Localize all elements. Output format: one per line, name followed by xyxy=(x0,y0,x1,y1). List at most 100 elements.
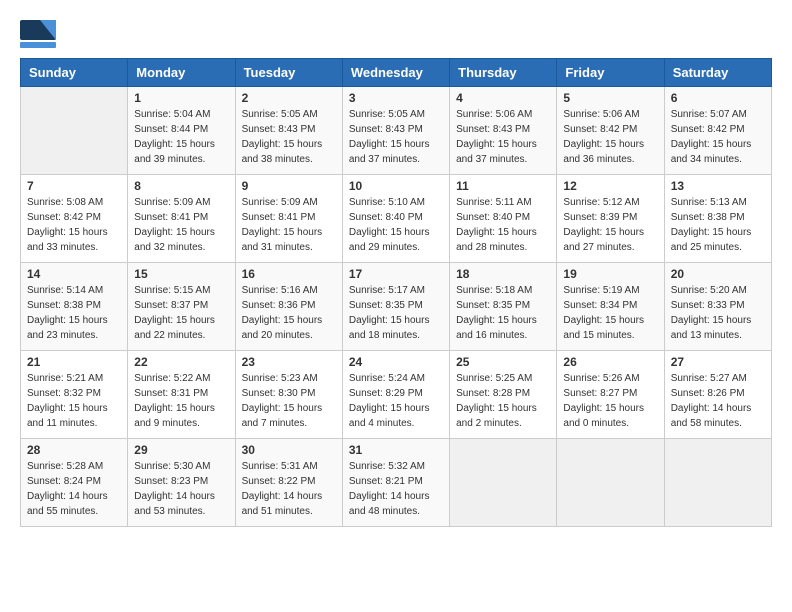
calendar-cell: 23 Sunrise: 5:23 AMSunset: 8:30 PMDayligh… xyxy=(235,351,342,439)
day-number: 11 xyxy=(456,179,550,193)
day-number: 30 xyxy=(242,443,336,457)
calendar-cell: 4Sunrise: 5:06 AMSunset: 8:43 PMDaylight… xyxy=(450,87,557,175)
calendar-cell: 14Sunrise: 5:14 AMSunset: 8:38 PMDayligh… xyxy=(21,263,128,351)
day-number: 20 xyxy=(671,267,765,281)
calendar-cell: 15Sunrise: 5:15 AMSunset: 8:37 PMDayligh… xyxy=(128,263,235,351)
weekday-header-wednesday: Wednesday xyxy=(342,59,449,87)
cell-info: Sunrise: 5:32 AMSunset: 8:21 PMDaylight:… xyxy=(349,459,443,519)
day-number: 28 xyxy=(27,443,121,457)
calendar-cell: 24 Sunrise: 5:24 AMSunset: 8:29 PMDayligh… xyxy=(342,351,449,439)
cell-info: Sunrise: 5:08 AMSunset: 8:42 PMDaylight:… xyxy=(27,195,121,255)
calendar-week-1: 1 Sunrise: 5:04 AMSunset: 8:44 PMDaylight… xyxy=(21,87,772,175)
cell-info: Sunrise: 5:27 AMSunset: 8:26 PMDaylight:… xyxy=(671,371,765,431)
cell-info: Sunrise: 5:16 AMSunset: 8:36 PMDaylight:… xyxy=(242,283,336,343)
weekday-header-thursday: Thursday xyxy=(450,59,557,87)
calendar-cell: 17 Sunrise: 5:17 AMSunset: 8:35 PMDayligh… xyxy=(342,263,449,351)
day-number: 22 xyxy=(134,355,228,369)
weekday-header-saturday: Saturday xyxy=(664,59,771,87)
weekday-header-tuesday: Tuesday xyxy=(235,59,342,87)
day-number: 25 xyxy=(456,355,550,369)
calendar-cell xyxy=(557,439,664,527)
cell-info: Sunrise: 5:25 AMSunset: 8:28 PMDaylight:… xyxy=(456,371,550,431)
calendar-cell: 7 Sunrise: 5:08 AMSunset: 8:42 PMDaylight… xyxy=(21,175,128,263)
day-number: 17 xyxy=(349,267,443,281)
cell-info: Sunrise: 5:24 AMSunset: 8:29 PMDaylight:… xyxy=(349,371,443,431)
day-number: 1 xyxy=(134,91,228,105)
day-number: 9 xyxy=(242,179,336,193)
cell-info: Sunrise: 5:04 AMSunset: 8:44 PMDaylight:… xyxy=(134,107,228,167)
calendar-cell: 11 Sunrise: 5:11 AMSunset: 8:40 PMDayligh… xyxy=(450,175,557,263)
day-number: 10 xyxy=(349,179,443,193)
weekday-header-monday: Monday xyxy=(128,59,235,87)
cell-info: Sunrise: 5:07 AMSunset: 8:42 PMDaylight:… xyxy=(671,107,765,167)
calendar-cell: 10 Sunrise: 5:10 AMSunset: 8:40 PMDayligh… xyxy=(342,175,449,263)
calendar-cell xyxy=(450,439,557,527)
day-number: 29 xyxy=(134,443,228,457)
calendar-week-5: 28Sunrise: 5:28 AMSunset: 8:24 PMDayligh… xyxy=(21,439,772,527)
day-number: 7 xyxy=(27,179,121,193)
day-number: 26 xyxy=(563,355,657,369)
calendar-cell: 21Sunrise: 5:21 AMSunset: 8:32 PMDayligh… xyxy=(21,351,128,439)
cell-info: Sunrise: 5:30 AMSunset: 8:23 PMDaylight:… xyxy=(134,459,228,519)
cell-info: Sunrise: 5:21 AMSunset: 8:32 PMDaylight:… xyxy=(27,371,121,431)
cell-info: Sunrise: 5:17 AMSunset: 8:35 PMDaylight:… xyxy=(349,283,443,343)
day-number: 2 xyxy=(242,91,336,105)
calendar-cell: 22 Sunrise: 5:22 AMSunset: 8:31 PMDayligh… xyxy=(128,351,235,439)
day-number: 31 xyxy=(349,443,443,457)
cell-info: Sunrise: 5:22 AMSunset: 8:31 PMDaylight:… xyxy=(134,371,228,431)
calendar-cell: 6 Sunrise: 5:07 AMSunset: 8:42 PMDaylight… xyxy=(664,87,771,175)
day-number: 23 xyxy=(242,355,336,369)
cell-info: Sunrise: 5:31 AMSunset: 8:22 PMDaylight:… xyxy=(242,459,336,519)
day-number: 6 xyxy=(671,91,765,105)
calendar-cell: 31 Sunrise: 5:32 AMSunset: 8:21 PMDayligh… xyxy=(342,439,449,527)
day-number: 16 xyxy=(242,267,336,281)
cell-info: Sunrise: 5:15 AMSunset: 8:37 PMDaylight:… xyxy=(134,283,228,343)
cell-info: Sunrise: 5:09 AMSunset: 8:41 PMDaylight:… xyxy=(134,195,228,255)
weekday-header-friday: Friday xyxy=(557,59,664,87)
calendar-cell: 12 Sunrise: 5:12 AMSunset: 8:39 PMDayligh… xyxy=(557,175,664,263)
calendar-cell: 25 Sunrise: 5:25 AMSunset: 8:28 PMDayligh… xyxy=(450,351,557,439)
day-number: 13 xyxy=(671,179,765,193)
calendar-cell: 18 Sunrise: 5:18 AMSunset: 8:35 PMDayligh… xyxy=(450,263,557,351)
weekday-header-sunday: Sunday xyxy=(21,59,128,87)
calendar-cell: 9 Sunrise: 5:09 AMSunset: 8:41 PMDaylight… xyxy=(235,175,342,263)
calendar-cell: 5 Sunrise: 5:06 AMSunset: 8:42 PMDaylight… xyxy=(557,87,664,175)
calendar-cell: 26 Sunrise: 5:26 AMSunset: 8:27 PMDayligh… xyxy=(557,351,664,439)
day-number: 5 xyxy=(563,91,657,105)
calendar-cell: 3Sunrise: 5:05 AMSunset: 8:43 PMDaylight… xyxy=(342,87,449,175)
calendar-header: SundayMondayTuesdayWednesdayThursdayFrid… xyxy=(21,59,772,87)
calendar-cell: 8 Sunrise: 5:09 AMSunset: 8:41 PMDaylight… xyxy=(128,175,235,263)
cell-info: Sunrise: 5:11 AMSunset: 8:40 PMDaylight:… xyxy=(456,195,550,255)
calendar-week-2: 7 Sunrise: 5:08 AMSunset: 8:42 PMDaylight… xyxy=(21,175,772,263)
day-number: 18 xyxy=(456,267,550,281)
cell-info: Sunrise: 5:14 AMSunset: 8:38 PMDaylight:… xyxy=(27,283,121,343)
cell-info: Sunrise: 5:12 AMSunset: 8:39 PMDaylight:… xyxy=(563,195,657,255)
cell-info: Sunrise: 5:09 AMSunset: 8:41 PMDaylight:… xyxy=(242,195,336,255)
calendar-cell xyxy=(664,439,771,527)
cell-info: Sunrise: 5:10 AMSunset: 8:40 PMDaylight:… xyxy=(349,195,443,255)
cell-info: Sunrise: 5:06 AMSunset: 8:42 PMDaylight:… xyxy=(563,107,657,167)
cell-info: Sunrise: 5:23 AMSunset: 8:30 PMDaylight:… xyxy=(242,371,336,431)
day-number: 24 xyxy=(349,355,443,369)
page-header xyxy=(20,20,772,48)
calendar-table: SundayMondayTuesdayWednesdayThursdayFrid… xyxy=(20,58,772,527)
cell-info: Sunrise: 5:13 AMSunset: 8:38 PMDaylight:… xyxy=(671,195,765,255)
day-number: 12 xyxy=(563,179,657,193)
day-number: 8 xyxy=(134,179,228,193)
logo xyxy=(20,20,60,48)
day-number: 19 xyxy=(563,267,657,281)
cell-info: Sunrise: 5:26 AMSunset: 8:27 PMDaylight:… xyxy=(563,371,657,431)
cell-info: Sunrise: 5:05 AMSunset: 8:43 PMDaylight:… xyxy=(242,107,336,167)
cell-info: Sunrise: 5:19 AMSunset: 8:34 PMDaylight:… xyxy=(563,283,657,343)
cell-info: Sunrise: 5:18 AMSunset: 8:35 PMDaylight:… xyxy=(456,283,550,343)
weekday-header-row: SundayMondayTuesdayWednesdayThursdayFrid… xyxy=(21,59,772,87)
calendar-cell: 27Sunrise: 5:27 AMSunset: 8:26 PMDayligh… xyxy=(664,351,771,439)
cell-info: Sunrise: 5:20 AMSunset: 8:33 PMDaylight:… xyxy=(671,283,765,343)
calendar-cell: 30 Sunrise: 5:31 AMSunset: 8:22 PMDayligh… xyxy=(235,439,342,527)
calendar-cell: 19 Sunrise: 5:19 AMSunset: 8:34 PMDayligh… xyxy=(557,263,664,351)
calendar-cell: 2 Sunrise: 5:05 AMSunset: 8:43 PMDaylight… xyxy=(235,87,342,175)
logo-icon xyxy=(20,20,56,48)
calendar-week-3: 14Sunrise: 5:14 AMSunset: 8:38 PMDayligh… xyxy=(21,263,772,351)
day-number: 3 xyxy=(349,91,443,105)
calendar-cell: 20 Sunrise: 5:20 AMSunset: 8:33 PMDayligh… xyxy=(664,263,771,351)
